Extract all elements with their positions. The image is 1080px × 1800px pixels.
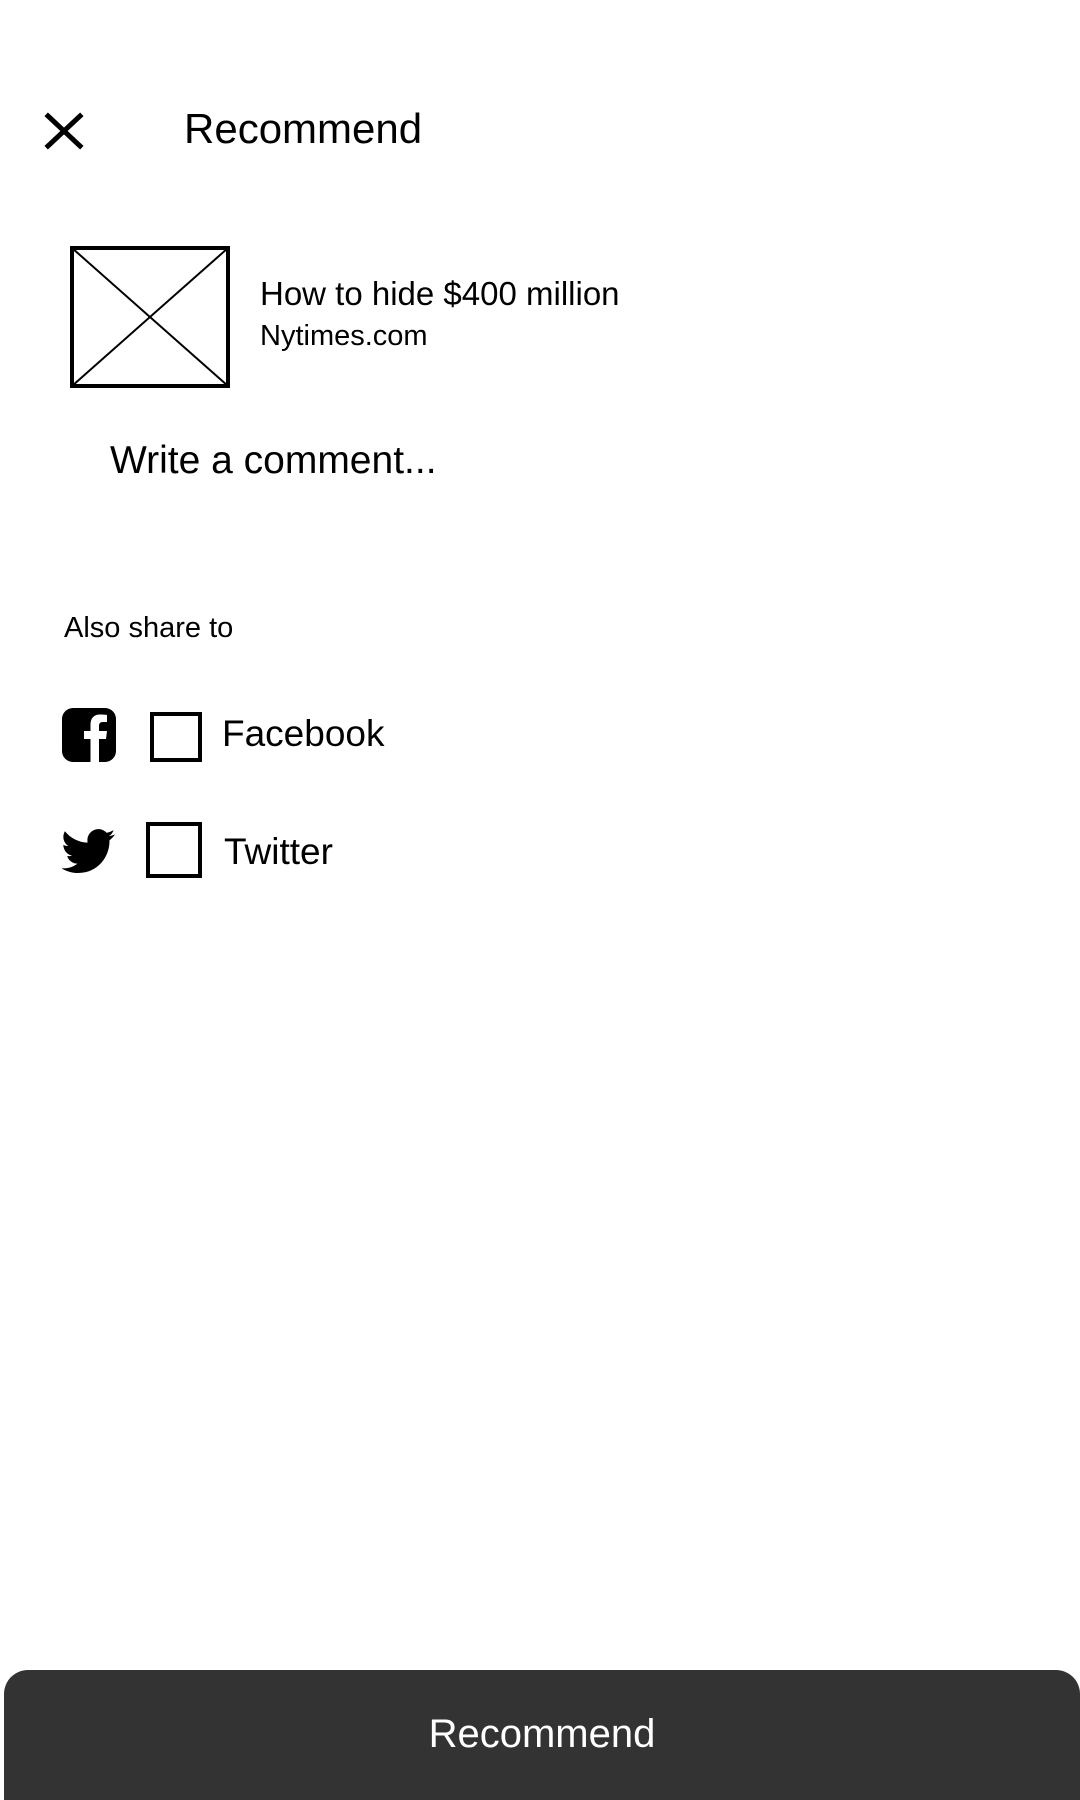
twitter-icon [62, 824, 116, 878]
close-icon [40, 106, 88, 154]
twitter-label: Twitter [224, 831, 333, 872]
image-placeholder-icon [70, 246, 230, 388]
close-button[interactable] [40, 106, 88, 154]
comment-input[interactable] [96, 428, 996, 548]
article-title[interactable]: How to hide $400 million [260, 274, 620, 314]
share-option-twitter[interactable]: Twitter [62, 820, 662, 880]
recommend-button-label: Recommend [428, 1712, 656, 1756]
share-section-label: Also share to [64, 612, 234, 644]
recommend-button[interactable]: Recommend [4, 1670, 1080, 1800]
facebook-label: Facebook [222, 713, 385, 754]
share-option-facebook[interactable]: Facebook [62, 704, 662, 764]
article-source: Nytimes.com [260, 320, 428, 352]
page-title: Recommend [184, 105, 423, 152]
twitter-checkbox[interactable] [146, 822, 202, 878]
facebook-icon [62, 708, 116, 762]
facebook-checkbox[interactable] [150, 712, 202, 762]
